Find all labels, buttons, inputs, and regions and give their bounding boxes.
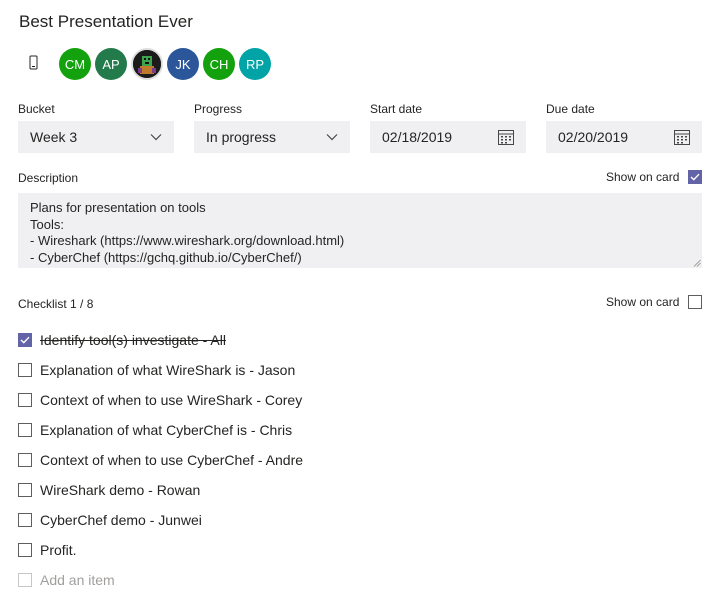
description-line: - CyberChef (https://gchq.github.io/Cybe…	[30, 249, 302, 265]
avatar[interactable]	[131, 48, 163, 80]
avatar[interactable]: AP	[95, 48, 127, 80]
checklist-item-text[interactable]: Identify tool(s) investigate - All	[40, 332, 226, 348]
due-date-label: Due date	[546, 102, 595, 116]
avatar-photo-icon	[133, 50, 161, 78]
add-item-row: Add an item	[18, 565, 303, 595]
checkmark-icon	[690, 173, 700, 181]
checklist-item-checkbox[interactable]	[18, 483, 32, 497]
checklist-item: Explanation of what WireShark is - Jason	[18, 355, 303, 385]
checklist-item-text[interactable]: CyberChef demo - Junwei	[40, 512, 202, 528]
checklist-item-text[interactable]: Context of when to use CyberChef - Andre	[40, 452, 303, 468]
calendar-icon[interactable]	[498, 129, 514, 145]
show-on-card-label: Show on card	[606, 170, 680, 184]
checklist-item: Explanation of what CyberChef is - Chris	[18, 415, 303, 445]
progress-value: In progress	[206, 129, 277, 145]
checklist-item: Context of when to use WireShark - Corey	[18, 385, 303, 415]
chevron-down-icon	[326, 134, 338, 141]
description-line: Plans for presentation on tools	[30, 200, 206, 215]
checklist-item-text[interactable]: Explanation of what WireShark is - Jason	[40, 362, 295, 378]
checklist-show-on-card-checkbox[interactable]	[688, 295, 703, 309]
avatar[interactable]: RP	[239, 48, 271, 80]
checklist-item-checkbox[interactable]	[18, 423, 32, 437]
checklist-item: Profit.	[18, 535, 303, 565]
description-line: Tools:	[30, 216, 64, 232]
assignee-avatars: CM AP JK CH RP	[59, 48, 271, 80]
checklist-item-checkbox[interactable]	[18, 453, 32, 467]
chevron-down-icon	[150, 134, 162, 141]
checklist-item-text[interactable]: WireShark demo - Rowan	[40, 482, 200, 498]
checklist-item: Context of when to use CyberChef - Andre	[18, 445, 303, 475]
checklist-item-checkbox[interactable]	[18, 363, 32, 377]
description-show-on-card-checkbox[interactable]	[688, 170, 703, 184]
checklist-item-checkbox[interactable]	[18, 513, 32, 527]
checklist-item-checkbox[interactable]	[18, 393, 32, 407]
description-label: Description	[18, 171, 79, 185]
calendar-icon[interactable]	[674, 129, 690, 145]
avatar[interactable]: CH	[203, 48, 235, 80]
bucket-dropdown[interactable]: Week 3	[18, 121, 174, 153]
checklist-item-text[interactable]: Profit.	[40, 542, 77, 558]
resize-handle-icon[interactable]	[693, 259, 701, 267]
checklist-item: Identify tool(s) investigate - All	[18, 325, 303, 355]
progress-label: Progress	[194, 102, 243, 116]
progress-dropdown[interactable]: In progress	[194, 121, 350, 153]
checklist-item-checkbox[interactable]	[18, 543, 32, 557]
show-on-card-label: Show on card	[606, 295, 680, 309]
add-item-checkbox	[18, 573, 32, 587]
avatar[interactable]: JK	[167, 48, 199, 80]
assign-person-icon[interactable]	[26, 53, 42, 73]
start-date-label: Start date	[370, 102, 423, 116]
checklist-items: Identify tool(s) investigate - All Expla…	[18, 325, 303, 595]
checklist-show-on-card: Show on card	[606, 295, 703, 309]
start-date-value: 02/18/2019	[382, 129, 453, 145]
avatar[interactable]: CM	[59, 48, 91, 80]
description-line: - Wireshark (https://www.wireshark.org/d…	[30, 233, 345, 248]
task-title[interactable]: Best Presentation Ever	[19, 12, 193, 32]
bucket-label: Bucket	[18, 102, 55, 116]
checklist-item-checkbox[interactable]	[18, 333, 32, 347]
checklist-label: Checklist 1 / 8	[18, 297, 94, 311]
checklist-item: WireShark demo - Rowan	[18, 475, 303, 505]
due-date-value: 02/20/2019	[558, 129, 629, 145]
checklist-item-text[interactable]: Context of when to use WireShark - Corey	[40, 392, 302, 408]
bucket-value: Week 3	[30, 129, 78, 145]
checklist-item: CyberChef demo - Junwei	[18, 505, 303, 535]
start-date-picker[interactable]: 02/18/2019	[370, 121, 526, 153]
description-textarea[interactable]: Plans for presentation on tools Tools: -…	[18, 193, 702, 268]
checklist-item-text[interactable]: Explanation of what CyberChef is - Chris	[40, 422, 292, 438]
due-date-picker[interactable]: 02/20/2019	[546, 121, 702, 153]
description-show-on-card: Show on card	[606, 170, 703, 184]
checkmark-icon	[20, 336, 30, 344]
add-item-input[interactable]: Add an item	[40, 572, 115, 588]
